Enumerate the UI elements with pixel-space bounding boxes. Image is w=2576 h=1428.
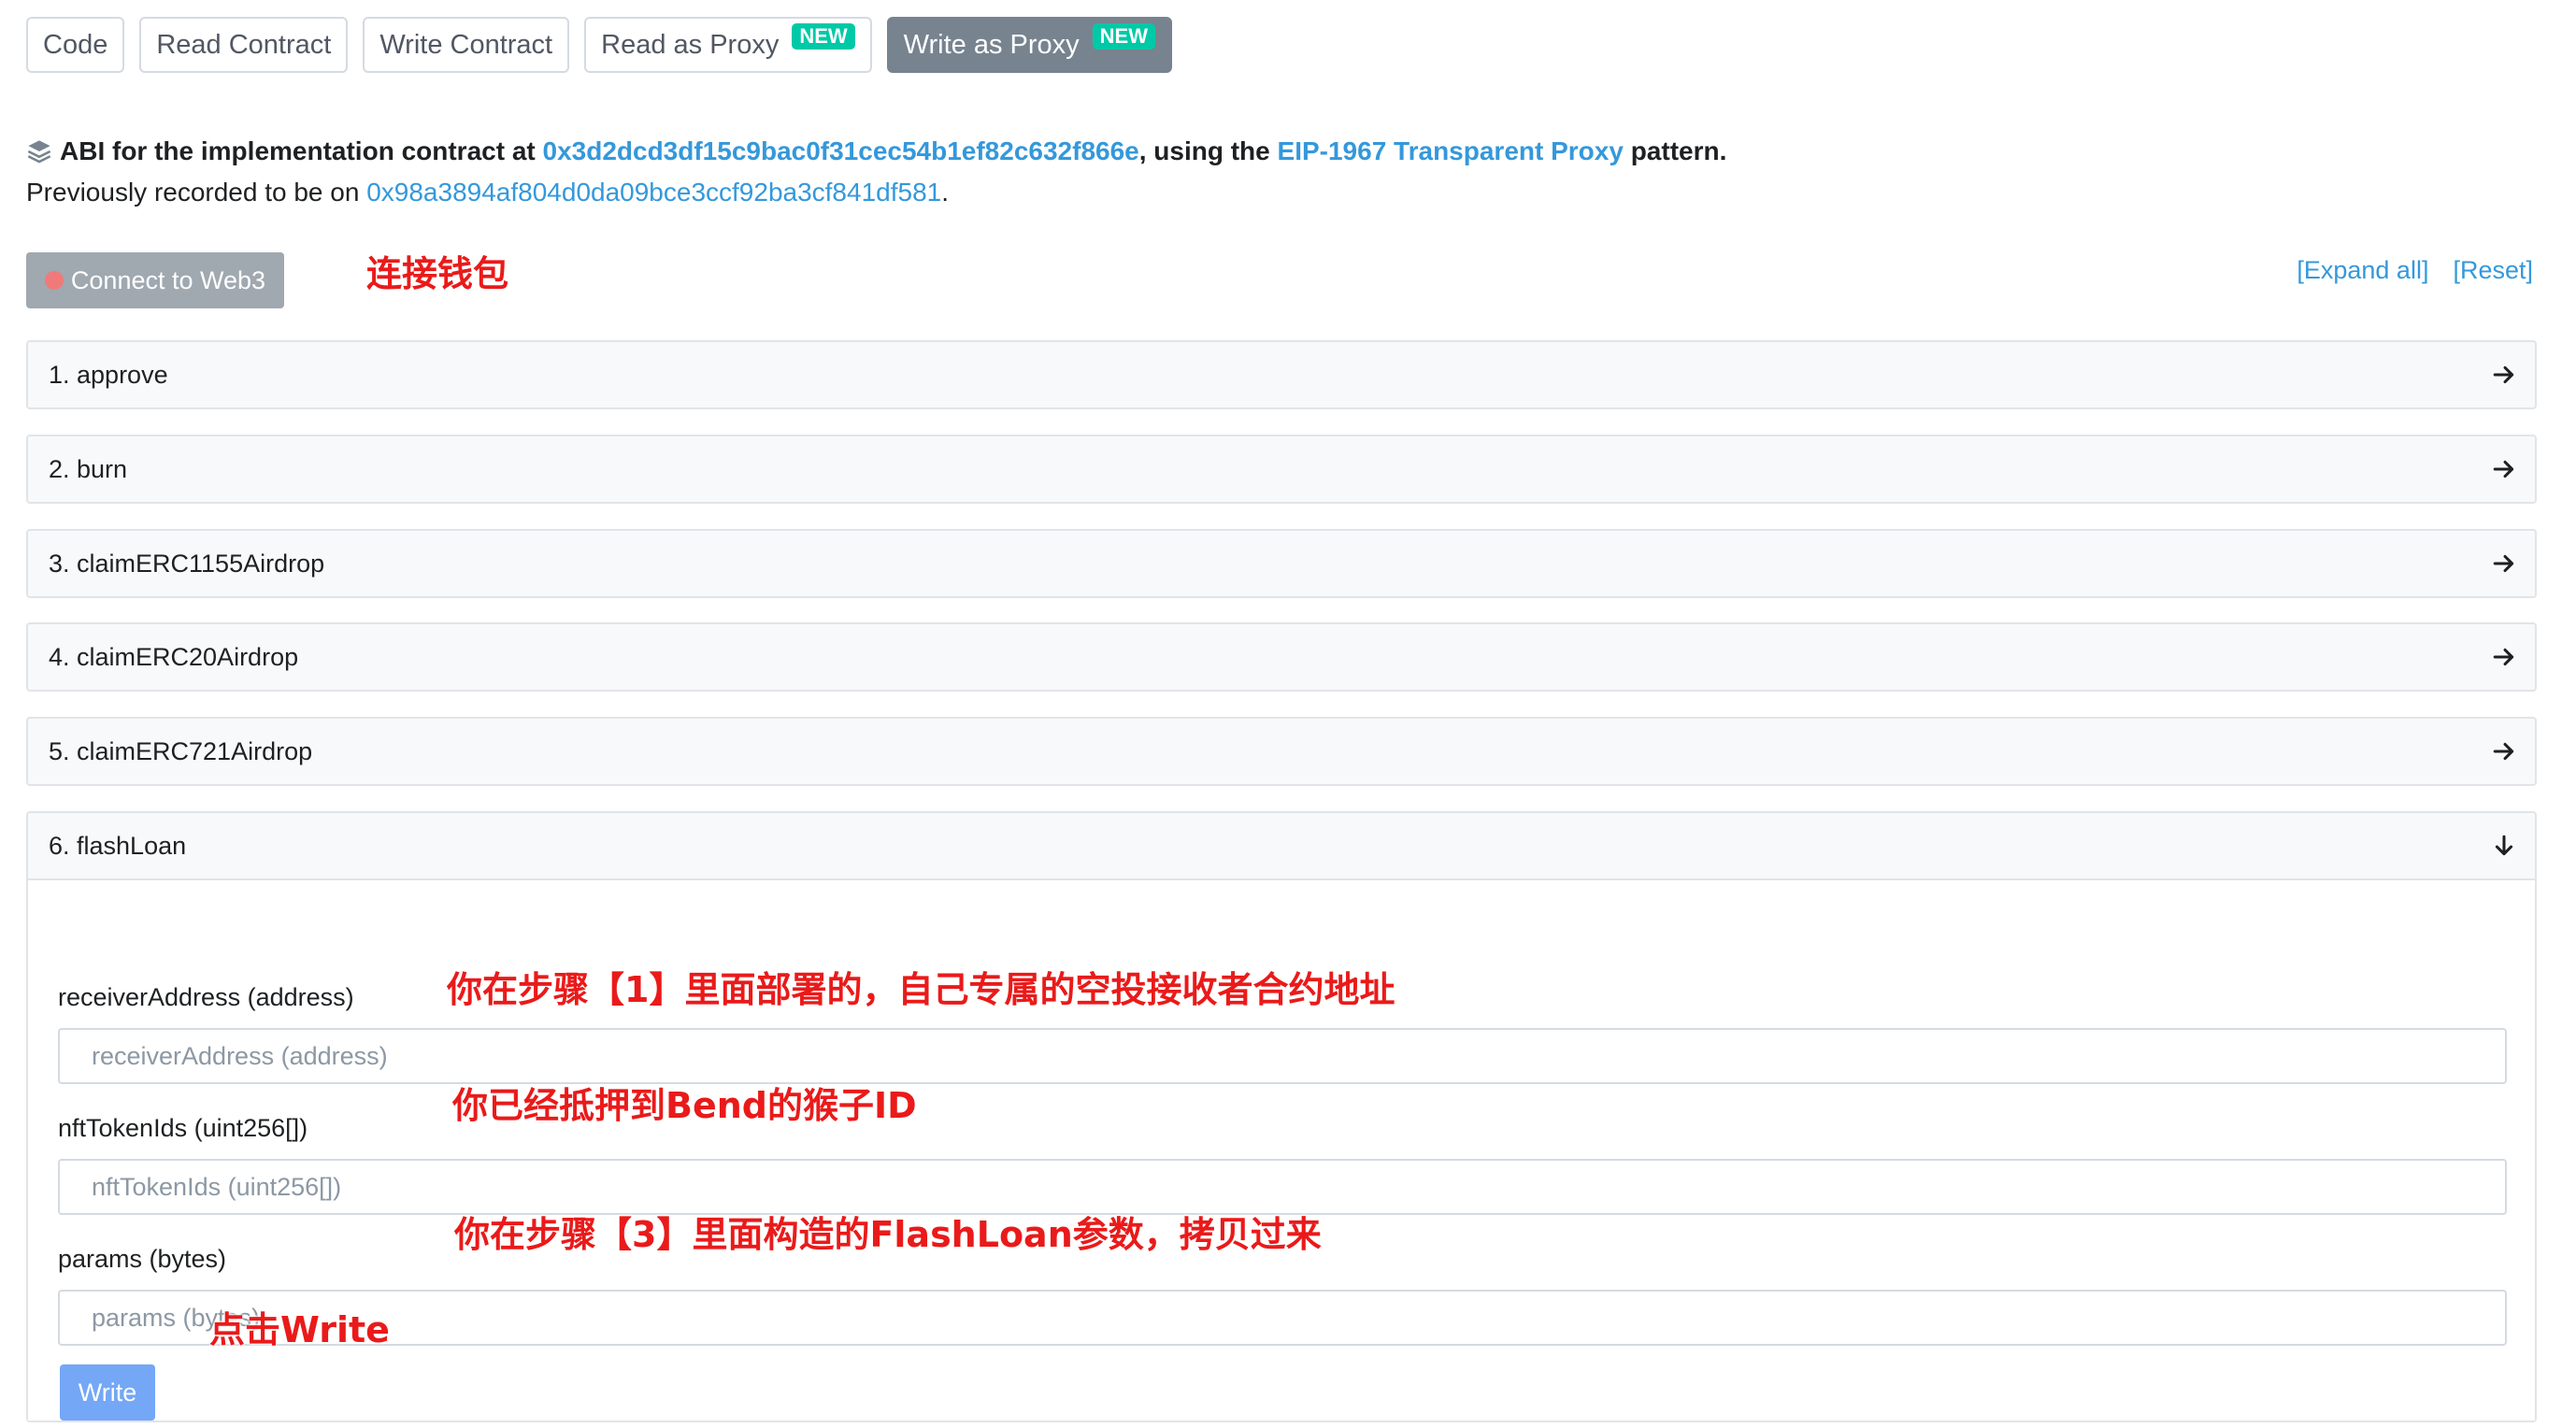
prev-prefix: Previously recorded to be on bbox=[26, 178, 360, 207]
annotation-write: 点击Write bbox=[209, 1309, 390, 1350]
panel-controls: [Expand all] [Reset] bbox=[2297, 256, 2533, 285]
nft-token-ids-label: nftTokenIds (uint256[]) bbox=[58, 1114, 308, 1142]
function-panel-claim-erc20-airdrop[interactable]: 4. claimERC20Airdrop bbox=[26, 622, 2537, 692]
tab-label: Read as Proxy bbox=[601, 29, 780, 60]
function-panel-claim-erc721-airdrop[interactable]: 5. claimERC721Airdrop bbox=[26, 717, 2537, 786]
status-dot-icon bbox=[44, 271, 64, 290]
annotation-params: 你在步骤【3】里面构造的FlashLoan参数，拷贝过来 bbox=[454, 1214, 1322, 1255]
function-label: 6. flashLoan bbox=[49, 831, 187, 860]
annotation-connect: 连接钱包 bbox=[366, 253, 509, 294]
tab-read-as-proxy[interactable]: Read as Proxy NEW bbox=[584, 17, 872, 73]
arrow-down-icon bbox=[2495, 835, 2513, 856]
receiver-address-label: receiverAddress (address) bbox=[58, 983, 354, 1011]
arrow-right-icon bbox=[2493, 554, 2514, 573]
new-badge: NEW bbox=[1092, 23, 1155, 50]
arrow-right-icon bbox=[2493, 648, 2514, 666]
connect-label: Connect to Web3 bbox=[70, 265, 266, 294]
tab-label: Read Contract bbox=[156, 29, 332, 60]
layers-icon bbox=[27, 140, 51, 164]
tab-read-contract[interactable]: Read Contract bbox=[139, 17, 349, 73]
previous-implementation: Previously recorded to be on 0x98a3894af… bbox=[26, 178, 949, 207]
tab-code[interactable]: Code bbox=[26, 17, 125, 73]
annotation-nft-token-ids: 你已经抵押到Bend的猴子ID bbox=[452, 1085, 917, 1126]
arrow-right-icon bbox=[2493, 460, 2514, 478]
function-panel-flash-loan: 6. flashLoan receiverAddress (address) n… bbox=[26, 811, 2537, 1422]
function-panel-claim-erc1155-airdrop[interactable]: 3. claimERC1155Airdrop bbox=[26, 529, 2537, 598]
receiver-address-input[interactable] bbox=[58, 1028, 2507, 1084]
function-label: 2. burn bbox=[49, 454, 128, 483]
params-label: params (bytes) bbox=[58, 1245, 227, 1273]
function-label: 5. claimERC721Airdrop bbox=[49, 736, 313, 765]
function-label: 4. claimERC20Airdrop bbox=[49, 642, 299, 671]
tab-write-contract[interactable]: Write Contract bbox=[363, 17, 570, 73]
annotation-receiver-address: 你在步骤【1】里面部署的，自己专属的空投接收者合约地址 bbox=[447, 969, 1395, 1010]
tab-label: Code bbox=[43, 29, 108, 60]
abi-middle: , using the bbox=[1138, 136, 1270, 165]
tab-write-as-proxy[interactable]: Write as Proxy NEW bbox=[886, 17, 1172, 73]
params-input[interactable] bbox=[58, 1290, 2507, 1346]
implementation-address-link[interactable]: 0x3d2dcd3df15c9bac0f31cec54b1ef82c632f86… bbox=[543, 136, 1139, 166]
function-panel-burn[interactable]: 2. burn bbox=[26, 435, 2537, 504]
function-label: 3. claimERC1155Airdrop bbox=[49, 549, 325, 578]
write-button[interactable]: Write bbox=[60, 1364, 155, 1421]
flash-loan-form: receiverAddress (address) nftTokenIds (u… bbox=[28, 878, 2535, 1421]
tab-label: Write as Proxy bbox=[903, 29, 1080, 60]
arrow-right-icon bbox=[2493, 365, 2514, 384]
proxy-pattern-link[interactable]: EIP-1967 Transparent Proxy bbox=[1278, 136, 1624, 166]
previous-address-link[interactable]: 0x98a3894af804d0da09bce3ccf92ba3cf841df5… bbox=[366, 178, 941, 207]
abi-suffix: pattern. bbox=[1630, 136, 1727, 165]
function-label: 1. approve bbox=[49, 360, 168, 389]
expand-all-link[interactable]: [Expand all] bbox=[2297, 256, 2428, 285]
flash-loan-header[interactable]: 6. flashLoan bbox=[28, 813, 2535, 878]
abi-prefix: ABI for the implementation contract at bbox=[60, 136, 536, 165]
reset-link[interactable]: [Reset] bbox=[2453, 256, 2533, 285]
connect-web3-button[interactable]: Connect to Web3 bbox=[26, 252, 284, 308]
prev-suffix: . bbox=[941, 178, 950, 207]
abi-info: ABI for the implementation contract at 0… bbox=[26, 136, 1726, 166]
function-panel-approve[interactable]: 1. approve bbox=[26, 340, 2537, 409]
contract-tabs: Code Read Contract Write Contract Read a… bbox=[26, 17, 1172, 73]
arrow-right-icon bbox=[2493, 742, 2514, 761]
new-badge: NEW bbox=[792, 23, 855, 50]
tab-label: Write Contract bbox=[379, 29, 553, 60]
